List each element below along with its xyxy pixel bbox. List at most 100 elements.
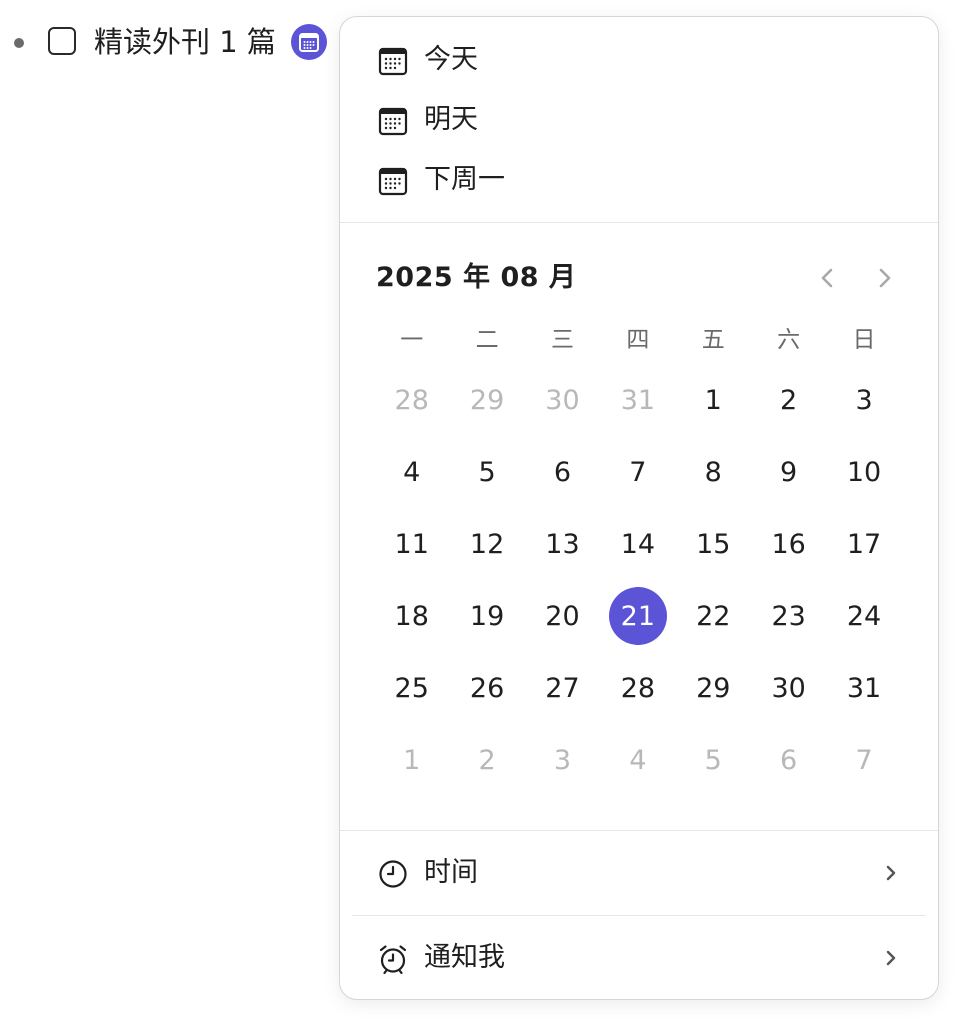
day-number: 25 (394, 672, 429, 704)
day-cell[interactable]: 28 (600, 652, 675, 724)
chevron-left-icon (821, 268, 833, 288)
day-cell[interactable]: 22 (676, 580, 751, 652)
notify-me-option[interactable]: 通知我 (340, 917, 938, 999)
chevron-right-icon (886, 865, 896, 881)
day-cell[interactable]: 8 (676, 436, 751, 508)
weekday-label: 日 (852, 327, 876, 353)
day-cell[interactable]: 14 (600, 508, 675, 580)
next-month-button[interactable] (868, 262, 900, 294)
quick-option-tomorrow[interactable]: 明天 (340, 90, 938, 150)
day-number: 20 (545, 600, 580, 632)
day-cell-outside-month[interactable]: 30 (525, 364, 600, 436)
weekday-label: 一 (400, 327, 424, 353)
day-cell[interactable]: 1 (676, 364, 751, 436)
day-cell[interactable]: 6 (525, 436, 600, 508)
day-number: 29 (469, 384, 505, 416)
calendar-icon (378, 167, 408, 196)
day-number: 4 (629, 744, 647, 776)
day-cell-outside-month[interactable]: 4 (600, 724, 675, 796)
alarm-clock-icon (379, 945, 407, 974)
day-number: 13 (545, 528, 580, 560)
day-number: 1 (403, 744, 421, 776)
day-number: 15 (696, 528, 731, 560)
day-cell-outside-month[interactable]: 5 (676, 724, 751, 796)
day-cell[interactable]: 31 (826, 652, 901, 724)
day-cell[interactable]: 29 (676, 652, 751, 724)
day-number: 8 (704, 456, 722, 488)
quick-option-today[interactable]: 今天 (340, 30, 938, 90)
time-option-label: 时间 (424, 857, 478, 888)
day-cell-outside-month[interactable]: 6 (751, 724, 826, 796)
day-cell[interactable]: 2 (751, 364, 826, 436)
day-number: 31 (620, 384, 656, 416)
day-cell-selected[interactable]: 21 (600, 580, 675, 652)
day-cell-outside-month[interactable]: 31 (600, 364, 675, 436)
weekday-label: 三 (550, 327, 574, 353)
day-cell[interactable]: 25 (374, 652, 449, 724)
day-number: 28 (620, 672, 656, 704)
day-cell[interactable]: 16 (751, 508, 826, 580)
day-cell[interactable]: 19 (449, 580, 524, 652)
day-number: 19 (469, 600, 505, 632)
notify-me-label: 通知我 (424, 942, 505, 973)
day-number: 24 (846, 600, 882, 632)
day-number: 28 (394, 384, 429, 416)
weekday-label: 五 (701, 327, 725, 353)
day-number: 1 (704, 384, 722, 416)
weekday-label: 六 (777, 327, 801, 353)
bullet-dot (14, 38, 24, 48)
weekday-label: 四 (626, 327, 650, 353)
day-number: 7 (629, 456, 647, 488)
day-number: 3 (553, 744, 572, 776)
day-cell[interactable]: 12 (449, 508, 524, 580)
task-checkbox[interactable] (48, 27, 76, 55)
calendar-icon (378, 47, 408, 76)
day-cell[interactable]: 7 (600, 436, 675, 508)
day-cell[interactable]: 20 (525, 580, 600, 652)
day-cell-outside-month[interactable]: 1 (374, 724, 449, 796)
day-number: 12 (469, 528, 505, 560)
day-cell[interactable]: 13 (525, 508, 600, 580)
day-number: 31 (846, 672, 882, 704)
day-cell-outside-month[interactable]: 29 (449, 364, 524, 436)
clock-icon (379, 860, 407, 888)
day-number: 17 (846, 528, 882, 560)
day-number: 5 (478, 456, 496, 488)
day-cell-outside-month[interactable]: 7 (826, 724, 901, 796)
time-option[interactable]: 时间 (340, 832, 938, 916)
quick-option-label: 明天 (424, 104, 478, 135)
quick-option-next-monday[interactable]: 下周一 (340, 150, 938, 210)
day-number: 30 (771, 672, 806, 704)
month-title: 2025 年 08 月 (376, 262, 577, 293)
day-cell[interactable]: 11 (374, 508, 449, 580)
day-number: 16 (771, 528, 806, 560)
day-cell-outside-month[interactable]: 3 (525, 724, 600, 796)
day-cell[interactable]: 5 (449, 436, 524, 508)
quick-option-label: 下周一 (424, 164, 505, 195)
day-cell[interactable]: 3 (826, 364, 901, 436)
day-cell[interactable]: 4 (374, 436, 449, 508)
day-cell-outside-month[interactable]: 28 (374, 364, 449, 436)
due-date-button[interactable] (291, 24, 327, 60)
day-cell[interactable]: 15 (676, 508, 751, 580)
day-number: 23 (771, 600, 806, 632)
day-cell[interactable]: 30 (751, 652, 826, 724)
day-cell[interactable]: 26 (449, 652, 524, 724)
prev-month-button[interactable] (812, 262, 844, 294)
chevron-right-icon (886, 950, 896, 966)
day-number: 6 (553, 456, 572, 488)
task-title[interactable]: 精读外刊 1 篇 (94, 22, 276, 62)
day-cell-outside-month[interactable]: 2 (449, 724, 524, 796)
day-cell[interactable]: 18 (374, 580, 449, 652)
day-cell[interactable]: 9 (751, 436, 826, 508)
day-cell[interactable]: 17 (826, 508, 901, 580)
day-cell[interactable]: 23 (751, 580, 826, 652)
day-cell[interactable]: 27 (525, 652, 600, 724)
day-cell[interactable]: 24 (826, 580, 901, 652)
calendar-icon (378, 107, 408, 136)
day-number: 6 (780, 744, 798, 776)
day-number: 29 (696, 672, 731, 704)
day-number: 30 (545, 384, 580, 416)
day-number: 4 (403, 456, 421, 488)
day-cell[interactable]: 10 (826, 436, 901, 508)
